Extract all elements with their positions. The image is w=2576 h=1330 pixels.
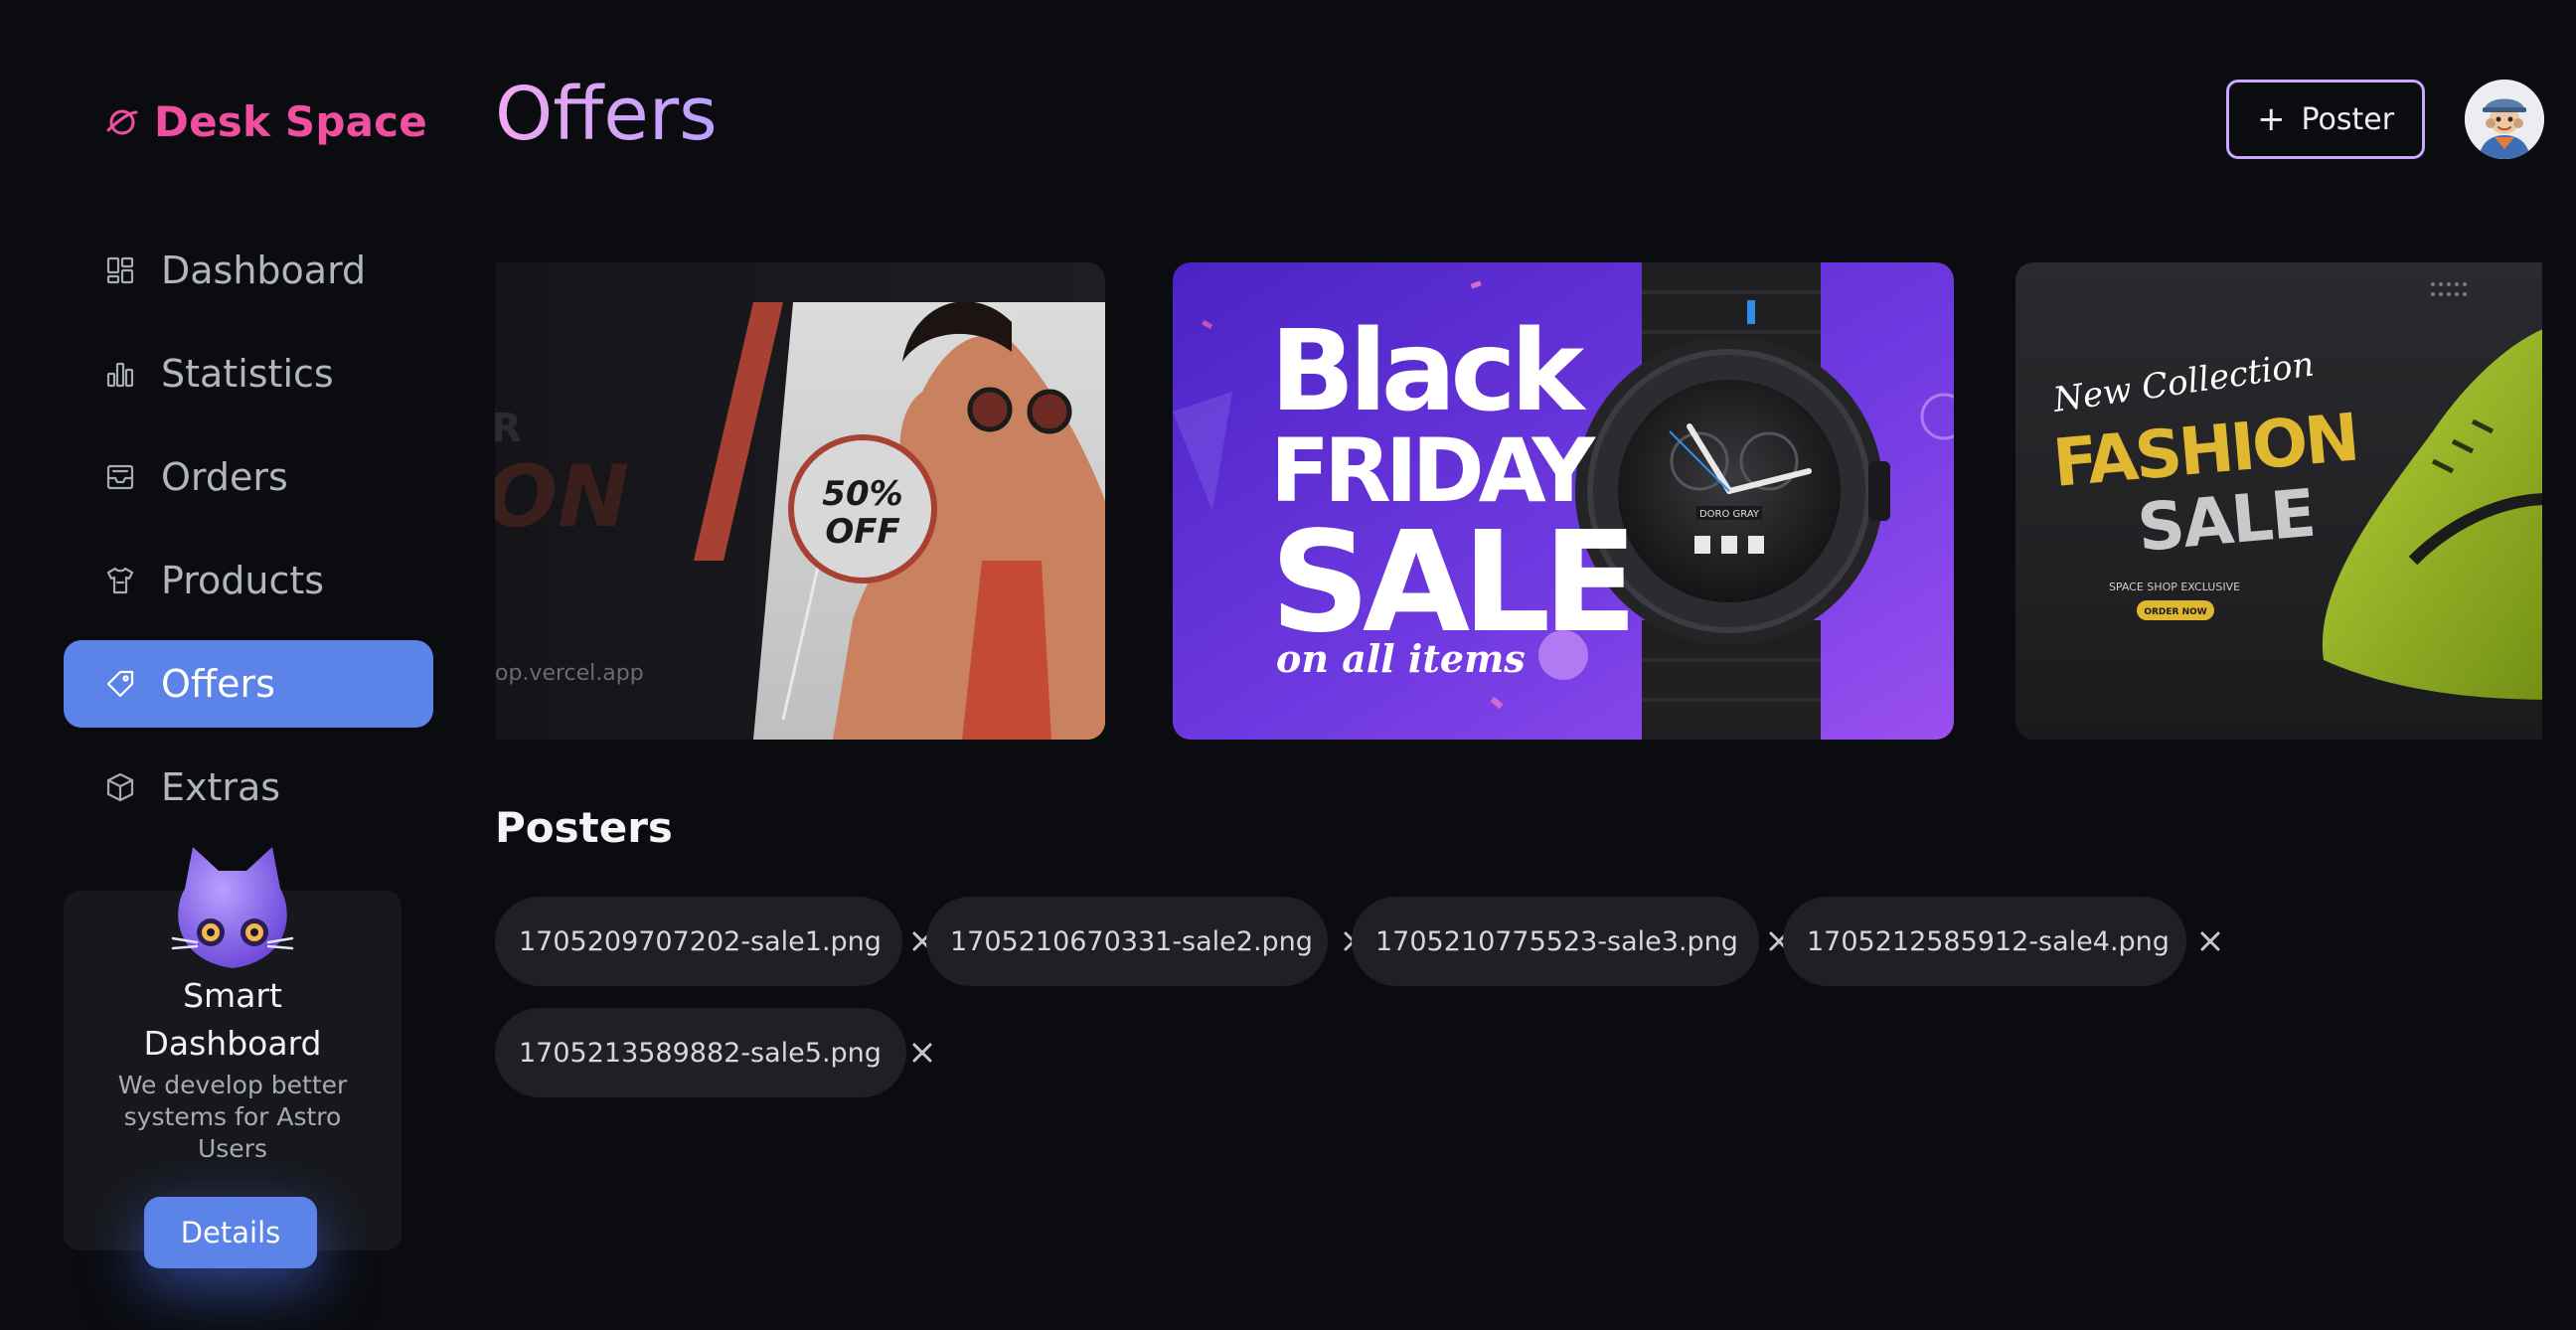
poster-file-name: 1705209707202-sale1.png	[519, 925, 882, 957]
sidebar-item-statistics[interactable]: Statistics	[64, 330, 433, 417]
banner-url: op.vercel.app	[495, 661, 644, 686]
plus-icon: +	[2256, 99, 2286, 139]
offer-banner-fashion[interactable]: New Collection FASHION SALE SPACE SHOP E…	[2015, 262, 2542, 740]
sidebar-item-dashboard[interactable]: Dashboard	[64, 227, 433, 314]
poster-file-name: 1705212585912-sale4.png	[1807, 925, 2170, 957]
inbox-icon	[103, 460, 137, 494]
black-friday-image: DORO GRAY Black FRIDAY SALE on all items	[1173, 262, 1954, 740]
cube-icon	[103, 770, 137, 804]
bar-chart-icon	[103, 357, 137, 391]
brand-logo[interactable]: Desk Space	[104, 97, 427, 146]
banner-fragment-top: R	[495, 406, 522, 451]
remove-poster-button[interactable]	[911, 1038, 933, 1068]
sidebar-nav: Dashboard Statistics Orders Products Off…	[64, 227, 433, 847]
sidebar-item-label: Offers	[161, 662, 275, 706]
poster-file-name: 1705213589882-sale5.png	[519, 1037, 882, 1069]
avatar[interactable]	[2465, 80, 2544, 159]
poster-chip: 1705210670331-sale2.png	[926, 897, 1364, 986]
offers-carousel[interactable]: 50% OFF R ON op.vercel.app DORO GRAY Bla…	[495, 262, 2542, 740]
user-avatar-icon	[2465, 80, 2544, 159]
bf-tagline: on all items	[1276, 636, 1526, 681]
fashion-cta: ORDER NOW	[2144, 607, 2206, 617]
bf-line1: Black	[1270, 307, 1587, 436]
planet-icon	[106, 109, 138, 134]
sidebar-item-label: Statistics	[161, 352, 334, 396]
remove-poster-button[interactable]	[2199, 926, 2221, 956]
poster-chip: 1705209707202-sale1.png	[495, 897, 932, 986]
watch-brand-text: DORO GRAY	[1699, 509, 1760, 520]
poster-chip: 1705213589882-sale5.png	[495, 1008, 932, 1097]
summer-sale-image: 50% OFF R ON op.vercel.app	[495, 262, 1105, 740]
offer-banner-summer[interactable]: 50% OFF R ON op.vercel.app	[495, 262, 1105, 740]
sidebar-item-orders[interactable]: Orders	[64, 433, 433, 521]
add-poster-label: Poster	[2301, 101, 2395, 137]
fashion-sale-image: New Collection FASHION SALE SPACE SHOP E…	[2015, 262, 2542, 740]
promo-card: Smart Dashboard We develop better system…	[64, 847, 402, 1268]
cat-mascot-icon	[171, 847, 294, 968]
posters-title: Posters	[495, 803, 673, 852]
poster-file-name: 1705210670331-sale2.png	[950, 925, 1313, 957]
dashboard-icon	[103, 253, 137, 287]
sidebar: Desk Space Dashboard Statistics Orders P…	[0, 0, 467, 1330]
banner-fragment-mid: ON	[495, 447, 629, 547]
discount-text-2: OFF	[825, 512, 899, 552]
shirt-icon	[103, 564, 137, 597]
close-icon	[912, 1043, 932, 1063]
sidebar-item-label: Orders	[161, 455, 288, 499]
close-icon	[2200, 931, 2220, 951]
sidebar-item-offers[interactable]: Offers	[64, 640, 433, 728]
brand-name: Desk Space	[154, 97, 427, 146]
add-poster-button[interactable]: + Poster	[2226, 80, 2425, 159]
sidebar-item-products[interactable]: Products	[64, 537, 433, 624]
promo-title: Smart Dashboard	[143, 976, 322, 1063]
details-button[interactable]: Details	[144, 1197, 317, 1268]
promo-description: We develop better systems for Astro User…	[117, 1071, 348, 1163]
tag-icon	[103, 667, 137, 701]
offer-banner-black-friday[interactable]: DORO GRAY Black FRIDAY SALE on all items	[1173, 262, 1954, 740]
discount-text-1: 50%	[822, 474, 902, 514]
fashion-small-text: SPACE SHOP EXCLUSIVE	[2109, 581, 2240, 593]
sidebar-item-label: Extras	[161, 765, 281, 809]
sidebar-item-label: Products	[161, 559, 325, 602]
sidebar-item-extras[interactable]: Extras	[64, 744, 433, 831]
poster-chip: 1705210775523-sale3.png	[1352, 897, 1789, 986]
page-title: Offers	[495, 72, 718, 157]
poster-chip: 1705212585912-sale4.png	[1783, 897, 2220, 986]
poster-file-name: 1705210775523-sale3.png	[1375, 925, 1738, 957]
sidebar-item-label: Dashboard	[161, 249, 367, 292]
fashion-line3: SALE	[2135, 475, 2318, 567]
